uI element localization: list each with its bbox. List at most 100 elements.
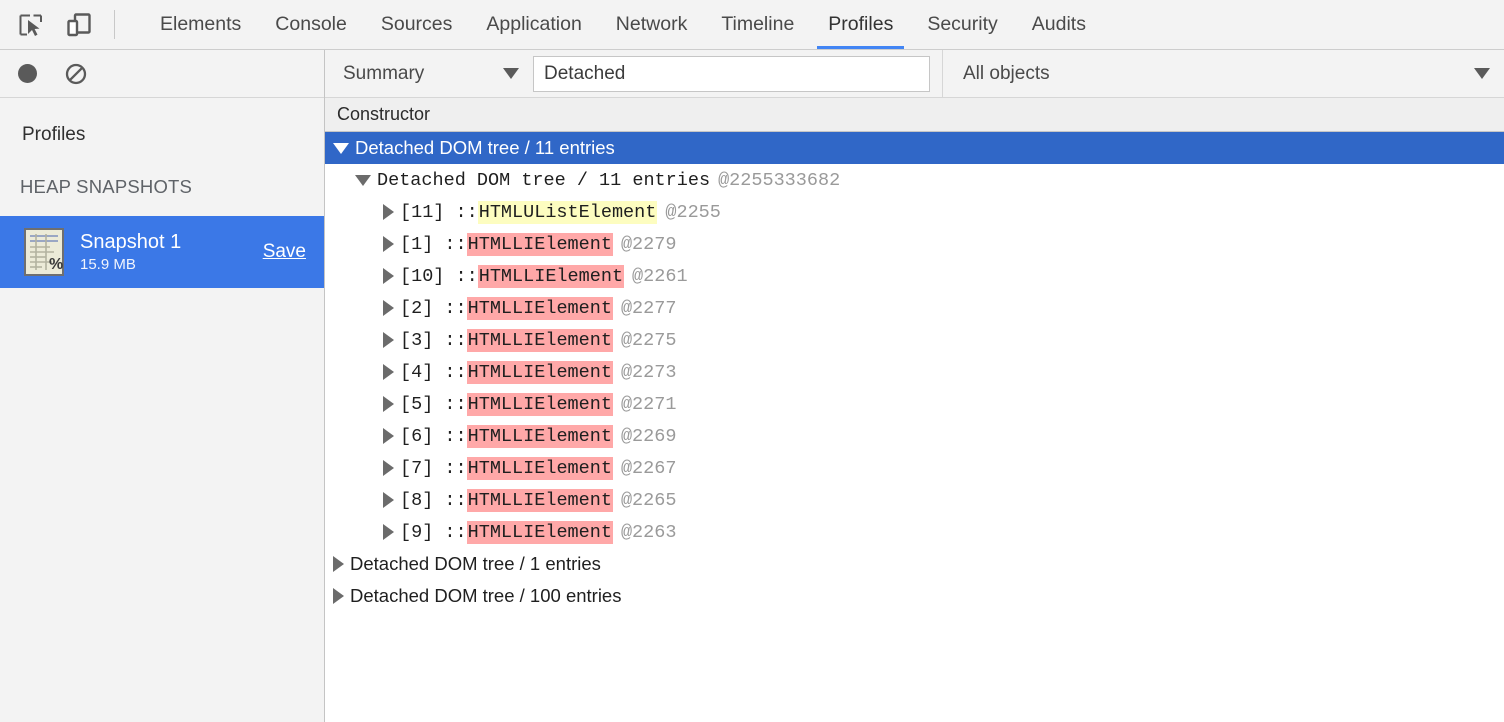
- tree-row-index: [11] ::: [400, 202, 478, 223]
- inspect-element-icon[interactable]: [16, 10, 46, 40]
- grid-column-header-constructor[interactable]: Constructor: [325, 98, 1504, 132]
- tab-label: Timeline: [721, 13, 794, 36]
- clear-prohibited-icon[interactable]: [65, 63, 87, 85]
- sidebar-item-snapshot-1[interactable]: % Snapshot 1 15.9 MB Save: [0, 216, 324, 288]
- view-mode-select[interactable]: Summary: [325, 63, 533, 85]
- tree-row-index: [6] ::: [400, 426, 467, 447]
- tab-label: Sources: [381, 13, 453, 36]
- triangle-right-icon[interactable]: [383, 300, 394, 316]
- tree-row-label: HTMLLIElement: [467, 521, 613, 544]
- tree-row-label: Detached DOM tree / 100 entries: [350, 585, 621, 607]
- triangle-right-icon[interactable]: [383, 428, 394, 444]
- tree-row-object-id: @2265: [621, 490, 677, 511]
- tab-timeline[interactable]: Timeline: [704, 0, 811, 49]
- snapshot-size: 15.9 MB: [80, 256, 253, 273]
- column-header-label: Constructor: [337, 104, 430, 125]
- tree-row[interactable]: [4] :: HTMLLIElement@2273: [325, 356, 1504, 388]
- tree-row-label: HTMLLIElement: [467, 329, 613, 352]
- triangle-right-icon[interactable]: [383, 460, 394, 476]
- tree-row-label: HTMLLIElement: [467, 297, 613, 320]
- tab-audits[interactable]: Audits: [1015, 0, 1103, 49]
- sidebar-panel-title: Profiles: [0, 98, 324, 146]
- tree-row-object-id: @2261: [632, 266, 688, 287]
- tab-sources[interactable]: Sources: [364, 0, 470, 49]
- device-toolbar-icon[interactable]: [64, 10, 94, 40]
- heap-profile-view: Summary Detached All objects Constructor…: [325, 50, 1504, 722]
- snapshot-name: Snapshot 1: [80, 231, 253, 254]
- chevron-down-icon: [503, 68, 519, 79]
- tab-elements[interactable]: Elements: [143, 0, 258, 49]
- heap-view-toolbar: Summary Detached All objects: [325, 50, 1504, 98]
- tree-row-label: HTMLUListElement: [478, 201, 658, 224]
- tab-label: Network: [616, 13, 688, 36]
- tab-application[interactable]: Application: [469, 0, 598, 49]
- tree-row[interactable]: [2] :: HTMLLIElement@2277: [325, 292, 1504, 324]
- tree-row[interactable]: [5] :: HTMLLIElement@2271: [325, 388, 1504, 420]
- tree-row[interactable]: Detached DOM tree / 1 entries: [325, 548, 1504, 580]
- tree-row-label: Detached DOM tree / 11 entries: [377, 170, 710, 191]
- panel-tabs: Elements Console Sources Application Net…: [115, 0, 1103, 49]
- tree-row[interactable]: Detached DOM tree / 100 entries: [325, 580, 1504, 612]
- save-snapshot-link[interactable]: Save: [253, 241, 306, 263]
- tab-label: Application: [486, 13, 581, 36]
- heap-constructor-tree[interactable]: Detached DOM tree / 11 entriesDetached D…: [325, 132, 1504, 722]
- tree-row[interactable]: [11] :: HTMLUListElement@2255: [325, 196, 1504, 228]
- tab-label: Security: [927, 13, 997, 36]
- triangle-right-icon[interactable]: [383, 332, 394, 348]
- tree-row-object-id: @2279: [621, 234, 677, 255]
- devtools-tool-icons: [0, 0, 94, 49]
- tree-row-object-id: @2275: [621, 330, 677, 351]
- tab-label: Profiles: [828, 13, 893, 36]
- snapshot-text: Snapshot 1 15.9 MB: [80, 231, 253, 273]
- class-filter-input[interactable]: Detached: [533, 56, 930, 92]
- tree-row-label: HTMLLIElement: [478, 265, 624, 288]
- tree-row[interactable]: [10] :: HTMLLIElement@2261: [325, 260, 1504, 292]
- tree-row[interactable]: [7] :: HTMLLIElement@2267: [325, 452, 1504, 484]
- tree-row-object-id: @2277: [621, 298, 677, 319]
- devtools-body: Profiles HEAP SNAPSHOTS: [0, 50, 1504, 722]
- tree-row[interactable]: [9] :: HTMLLIElement@2263: [325, 516, 1504, 548]
- tree-row-index: [4] ::: [400, 362, 467, 383]
- tab-label: Elements: [160, 13, 241, 36]
- tree-row-label: HTMLLIElement: [467, 361, 613, 384]
- object-scope-select[interactable]: All objects: [942, 50, 1504, 98]
- triangle-right-icon[interactable]: [383, 524, 394, 540]
- tab-network[interactable]: Network: [599, 0, 705, 49]
- tree-row[interactable]: [3] :: HTMLLIElement@2275: [325, 324, 1504, 356]
- triangle-right-icon[interactable]: [383, 204, 394, 220]
- tree-row-label: HTMLLIElement: [467, 489, 613, 512]
- tree-row-index: [8] ::: [400, 490, 467, 511]
- tab-console[interactable]: Console: [258, 0, 364, 49]
- triangle-right-icon[interactable]: [333, 588, 344, 604]
- tab-security[interactable]: Security: [910, 0, 1014, 49]
- tree-row-label: Detached DOM tree / 11 entries: [355, 137, 615, 159]
- triangle-right-icon[interactable]: [383, 492, 394, 508]
- tab-label: Audits: [1032, 13, 1086, 36]
- sidebar-section-heap-snapshots: HEAP SNAPSHOTS: [0, 146, 324, 198]
- tree-row[interactable]: Detached DOM tree / 11 entries: [325, 132, 1504, 164]
- tab-profiles[interactable]: Profiles: [811, 0, 910, 49]
- record-circle-icon[interactable]: [18, 64, 37, 83]
- tree-row[interactable]: [8] :: HTMLLIElement @2265: [325, 484, 1504, 516]
- triangle-down-icon[interactable]: [333, 143, 349, 154]
- view-mode-label: Summary: [343, 63, 503, 85]
- triangle-right-icon[interactable]: [383, 268, 394, 284]
- tree-row-object-id: @2255333682: [718, 170, 840, 191]
- triangle-right-icon[interactable]: [333, 556, 344, 572]
- tree-row-label: HTMLLIElement: [467, 425, 613, 448]
- chevron-down-icon: [1474, 68, 1490, 79]
- object-scope-label: All objects: [963, 63, 1474, 85]
- triangle-right-icon[interactable]: [383, 396, 394, 412]
- tree-row-label: HTMLLIElement: [467, 233, 613, 256]
- sidebar-toolbar: [0, 50, 324, 98]
- tree-row-label: HTMLLIElement: [467, 393, 613, 416]
- tree-row[interactable]: [6] :: HTMLLIElement @2269: [325, 420, 1504, 452]
- triangle-right-icon[interactable]: [383, 236, 394, 252]
- triangle-right-icon[interactable]: [383, 364, 394, 380]
- tree-row-object-id: @2269: [621, 426, 677, 447]
- tree-row[interactable]: Detached DOM tree / 11 entries @225533368…: [325, 164, 1504, 196]
- tab-label: Console: [275, 13, 347, 36]
- heap-snapshot-icon: %: [24, 228, 64, 276]
- triangle-down-icon[interactable]: [355, 175, 371, 186]
- tree-row[interactable]: [1] :: HTMLLIElement@2279: [325, 228, 1504, 260]
